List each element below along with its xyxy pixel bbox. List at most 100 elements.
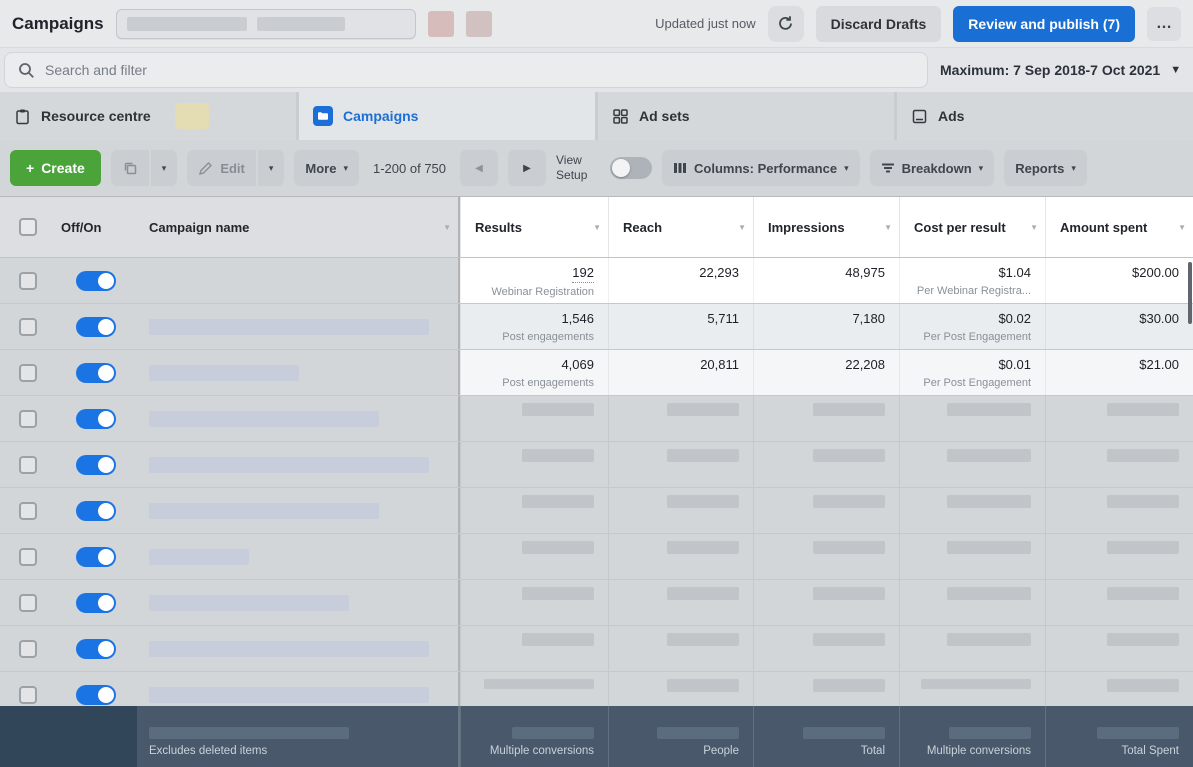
breakdown-label: Breakdown <box>902 161 972 176</box>
duplicate-button[interactable] <box>111 150 149 186</box>
table-row <box>0 626 1193 672</box>
redacted-campaign-name <box>149 549 249 565</box>
redacted-value <box>667 679 739 692</box>
redacted-value <box>484 679 594 689</box>
impressions-cell: 22,208 <box>753 350 899 395</box>
row-checkbox[interactable] <box>19 456 37 474</box>
redacted-value <box>947 449 1031 462</box>
level-tabs: Resource centre Campaigns Ad sets Ads <box>0 92 1193 140</box>
cost-per-result-cell: $1.04 Per Webinar Registra... <box>899 258 1045 303</box>
campaign-on-toggle[interactable] <box>76 547 116 567</box>
tab-label: Ad sets <box>639 108 690 124</box>
caret-down-icon: ▾ <box>1071 163 1076 174</box>
edit-label: Edit <box>220 161 245 176</box>
redacted-value <box>149 727 349 739</box>
campaign-on-toggle[interactable] <box>76 317 116 337</box>
impressions-cell: 7,180 <box>753 304 899 349</box>
reports-label: Reports <box>1015 161 1064 176</box>
duplicate-caret-button[interactable]: ▾ <box>151 150 178 186</box>
redacted-value <box>1107 495 1179 508</box>
redacted-value <box>949 727 1031 739</box>
date-range-selector[interactable]: Maximum: 7 Sep 2018-7 Oct 2021 ▼ <box>940 62 1193 78</box>
campaign-on-toggle[interactable] <box>76 363 116 383</box>
redacted-campaign-name <box>149 365 299 381</box>
row-checkbox[interactable] <box>19 686 37 704</box>
ads-frame-icon <box>911 108 928 125</box>
campaign-on-toggle[interactable] <box>76 271 116 291</box>
columns-button[interactable]: Columns: Performance ▾ <box>662 150 860 186</box>
row-checkbox[interactable] <box>19 640 37 658</box>
pagination-range: 1-200 of 750 <box>373 161 446 176</box>
totals-cost-cell: Multiple conversions <box>899 706 1045 767</box>
row-checkbox[interactable] <box>19 364 37 382</box>
account-selector-redacted[interactable] <box>116 9 416 39</box>
grid-icon <box>612 108 629 125</box>
next-icon: ▶ <box>523 163 531 174</box>
duplicate-button-group: ▾ <box>111 150 178 186</box>
column-header-off-on[interactable]: Off/On <box>55 197 137 257</box>
row-checkbox[interactable] <box>19 594 37 612</box>
totals-row: Excludes deleted items Multiple conversi… <box>0 706 1193 767</box>
campaign-on-toggle[interactable] <box>76 409 116 429</box>
column-header-cost-per-result[interactable]: Cost per result ▼ <box>899 197 1045 257</box>
edit-button[interactable]: Edit <box>187 150 256 186</box>
column-header-amount-spent[interactable]: Amount spent ▼ <box>1045 197 1193 257</box>
sort-caret-icon: ▼ <box>738 223 746 232</box>
ads-manager-app: Campaigns Updated just now Discard Draft… <box>0 0 1193 767</box>
row-checkbox[interactable] <box>19 502 37 520</box>
row-checkbox[interactable] <box>19 318 37 336</box>
table-toolbar: + Create ▾ Edit ▾ More ▾ 1-200 of <box>0 140 1193 196</box>
search-box[interactable] <box>4 52 928 88</box>
select-all-checkbox[interactable] <box>19 218 37 236</box>
refresh-button[interactable] <box>768 6 804 42</box>
campaign-on-toggle[interactable] <box>76 593 116 613</box>
table-row <box>0 534 1193 580</box>
prev-page-button[interactable]: ◀ <box>460 150 498 186</box>
column-header-reach[interactable]: Reach ▼ <box>608 197 753 257</box>
tab-campaigns[interactable]: Campaigns <box>299 92 595 140</box>
edit-caret-button[interactable]: ▾ <box>258 150 285 186</box>
breakdown-button[interactable]: Breakdown ▾ <box>870 150 995 186</box>
overflow-menu-button[interactable]: … <box>1147 7 1181 41</box>
column-header-campaign-name[interactable]: Campaign name ▼ <box>137 197 460 257</box>
more-button[interactable]: More ▾ <box>294 150 359 186</box>
reports-button[interactable]: Reports ▾ <box>1004 150 1087 186</box>
caret-down-icon: ▾ <box>162 163 167 174</box>
row-checkbox[interactable] <box>19 548 37 566</box>
results-cell: 192 Webinar Registration <box>460 258 608 303</box>
redacted-value <box>921 679 1031 689</box>
campaign-on-toggle[interactable] <box>76 639 116 659</box>
redacted-campaign-name <box>149 411 379 427</box>
cost-per-result-cell: $0.01 Per Post Engagement <box>899 350 1045 395</box>
redacted-value <box>512 727 594 739</box>
scrollbar-thumb[interactable] <box>1188 262 1192 324</box>
create-button[interactable]: + Create <box>10 150 101 186</box>
clipboard-icon <box>14 108 31 125</box>
redacted-value <box>522 633 594 646</box>
column-header-results[interactable]: Results ▼ <box>460 197 608 257</box>
row-checkbox[interactable] <box>19 410 37 428</box>
redacted-campaign-name <box>149 319 429 335</box>
create-label: Create <box>41 160 85 176</box>
campaign-on-toggle[interactable] <box>76 685 116 705</box>
row-checkbox[interactable] <box>19 272 37 290</box>
tab-ad-sets[interactable]: Ad sets <box>598 92 894 140</box>
search-input[interactable] <box>45 62 915 78</box>
campaign-on-toggle[interactable] <box>76 455 116 475</box>
redacted-campaign-name <box>149 687 429 703</box>
next-page-button[interactable]: ▶ <box>508 150 546 186</box>
review-publish-button[interactable]: Review and publish (7) <box>953 6 1135 42</box>
view-setup-toggle[interactable] <box>610 157 652 179</box>
column-header-impressions[interactable]: Impressions ▼ <box>753 197 899 257</box>
totals-reach-cell: People <box>608 706 753 767</box>
tab-resource-centre[interactable]: Resource centre <box>0 92 296 140</box>
tab-ads[interactable]: Ads <box>897 92 1193 140</box>
date-range-label: Maximum: 7 Sep 2018-7 Oct 2021 <box>940 62 1160 78</box>
redacted-value <box>1107 633 1179 646</box>
redacted-value <box>813 495 885 508</box>
columns-label: Columns: Performance <box>694 161 837 176</box>
discard-drafts-button[interactable]: Discard Drafts <box>816 6 942 42</box>
redacted-value <box>947 495 1031 508</box>
campaign-on-toggle[interactable] <box>76 501 116 521</box>
toggle-knob <box>612 159 630 177</box>
